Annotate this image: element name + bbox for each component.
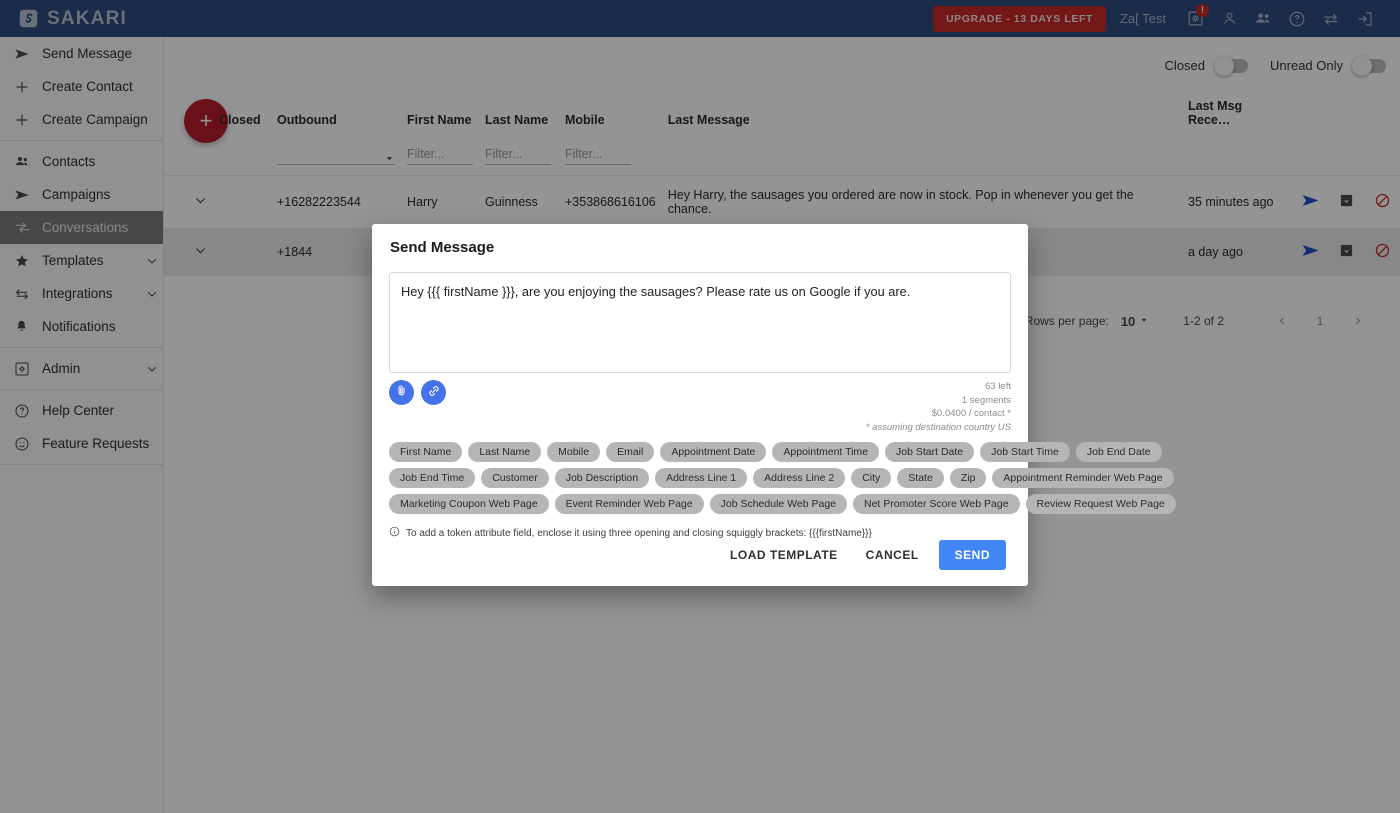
token-chip[interactable]: Mobile bbox=[547, 442, 601, 462]
token-hint-text: To add a token attribute field, enclose … bbox=[406, 527, 872, 539]
token-chip[interactable]: Appointment Date bbox=[660, 442, 767, 462]
token-chip-row: Job End Time Customer Job Description Ad… bbox=[389, 468, 1174, 488]
token-chip[interactable]: Job Schedule Web Page bbox=[709, 494, 847, 514]
token-chip[interactable]: Job Start Date bbox=[885, 442, 975, 462]
price-note: * assuming destination country US bbox=[865, 422, 1011, 434]
token-hint: To add a token attribute field, enclose … bbox=[372, 520, 1028, 540]
token-chip[interactable]: Customer bbox=[481, 468, 549, 488]
token-chip[interactable]: Address Line 2 bbox=[753, 468, 846, 488]
token-chip[interactable]: City bbox=[851, 468, 892, 488]
token-chips: First Name Last Name Mobile Email Appoin… bbox=[372, 435, 1176, 520]
dialog-actions: LOAD TEMPLATE CANCEL SEND bbox=[372, 540, 1028, 586]
token-chip-row: First Name Last Name Mobile Email Appoin… bbox=[389, 442, 1162, 462]
token-chip[interactable]: Net Promoter Score Web Page bbox=[853, 494, 1020, 514]
token-chip[interactable]: Appointment Reminder Web Page bbox=[992, 468, 1174, 488]
compose-toolbar: 63 left 1 segments $0.0400 / contact * *… bbox=[372, 373, 1028, 435]
chars-left: 63 left bbox=[985, 380, 1011, 392]
attach-file-button[interactable] bbox=[389, 379, 414, 405]
message-textarea[interactable] bbox=[389, 272, 1011, 373]
token-chip[interactable]: Appointment Time bbox=[772, 442, 880, 462]
send-message-dialog: Send Message Hey {{{firstName}}}, are … bbox=[372, 224, 1176, 586]
cancel-button[interactable]: CANCEL bbox=[852, 540, 933, 570]
send-button[interactable]: SEND bbox=[938, 540, 1006, 570]
token-chip[interactable]: Address Line 1 bbox=[655, 468, 748, 488]
token-chip[interactable]: Job Description bbox=[554, 468, 650, 488]
dialog-title: Send Message bbox=[390, 239, 495, 256]
app-root: SAKARI UPGRADE - 13 DAYS LEFT Za[ Test ! bbox=[0, 0, 1400, 813]
message-counters: 63 left 1 segments $0.0400 / contact * *… bbox=[866, 380, 1011, 435]
segments-count: 1 segments bbox=[961, 394, 1011, 406]
paperclip-icon bbox=[395, 384, 408, 400]
token-chip[interactable]: Review Request Web Page bbox=[1025, 494, 1176, 514]
price-per-contact: $0.0400 / contact * bbox=[931, 408, 1011, 420]
token-chip[interactable]: Last Name bbox=[468, 442, 542, 462]
token-chip[interactable]: Event Reminder Web Page bbox=[554, 494, 704, 514]
token-chip[interactable]: Zip bbox=[949, 468, 987, 488]
token-chip[interactable]: Job Start Time bbox=[980, 442, 1070, 462]
token-chip[interactable]: Job End Time bbox=[389, 468, 476, 488]
token-chip[interactable]: First Name bbox=[389, 442, 463, 462]
token-chip-row: Marketing Coupon Web Page Event Reminder… bbox=[389, 494, 1176, 514]
load-template-button[interactable]: LOAD TEMPLATE bbox=[716, 540, 852, 570]
token-chip[interactable]: Email bbox=[606, 442, 655, 462]
link-icon bbox=[427, 384, 441, 401]
info-icon bbox=[389, 526, 400, 540]
token-chip[interactable]: Job End Date bbox=[1075, 442, 1162, 462]
token-chip[interactable]: Marketing Coupon Web Page bbox=[389, 494, 549, 514]
insert-link-button[interactable] bbox=[421, 379, 446, 405]
token-chip[interactable]: State bbox=[897, 468, 944, 488]
